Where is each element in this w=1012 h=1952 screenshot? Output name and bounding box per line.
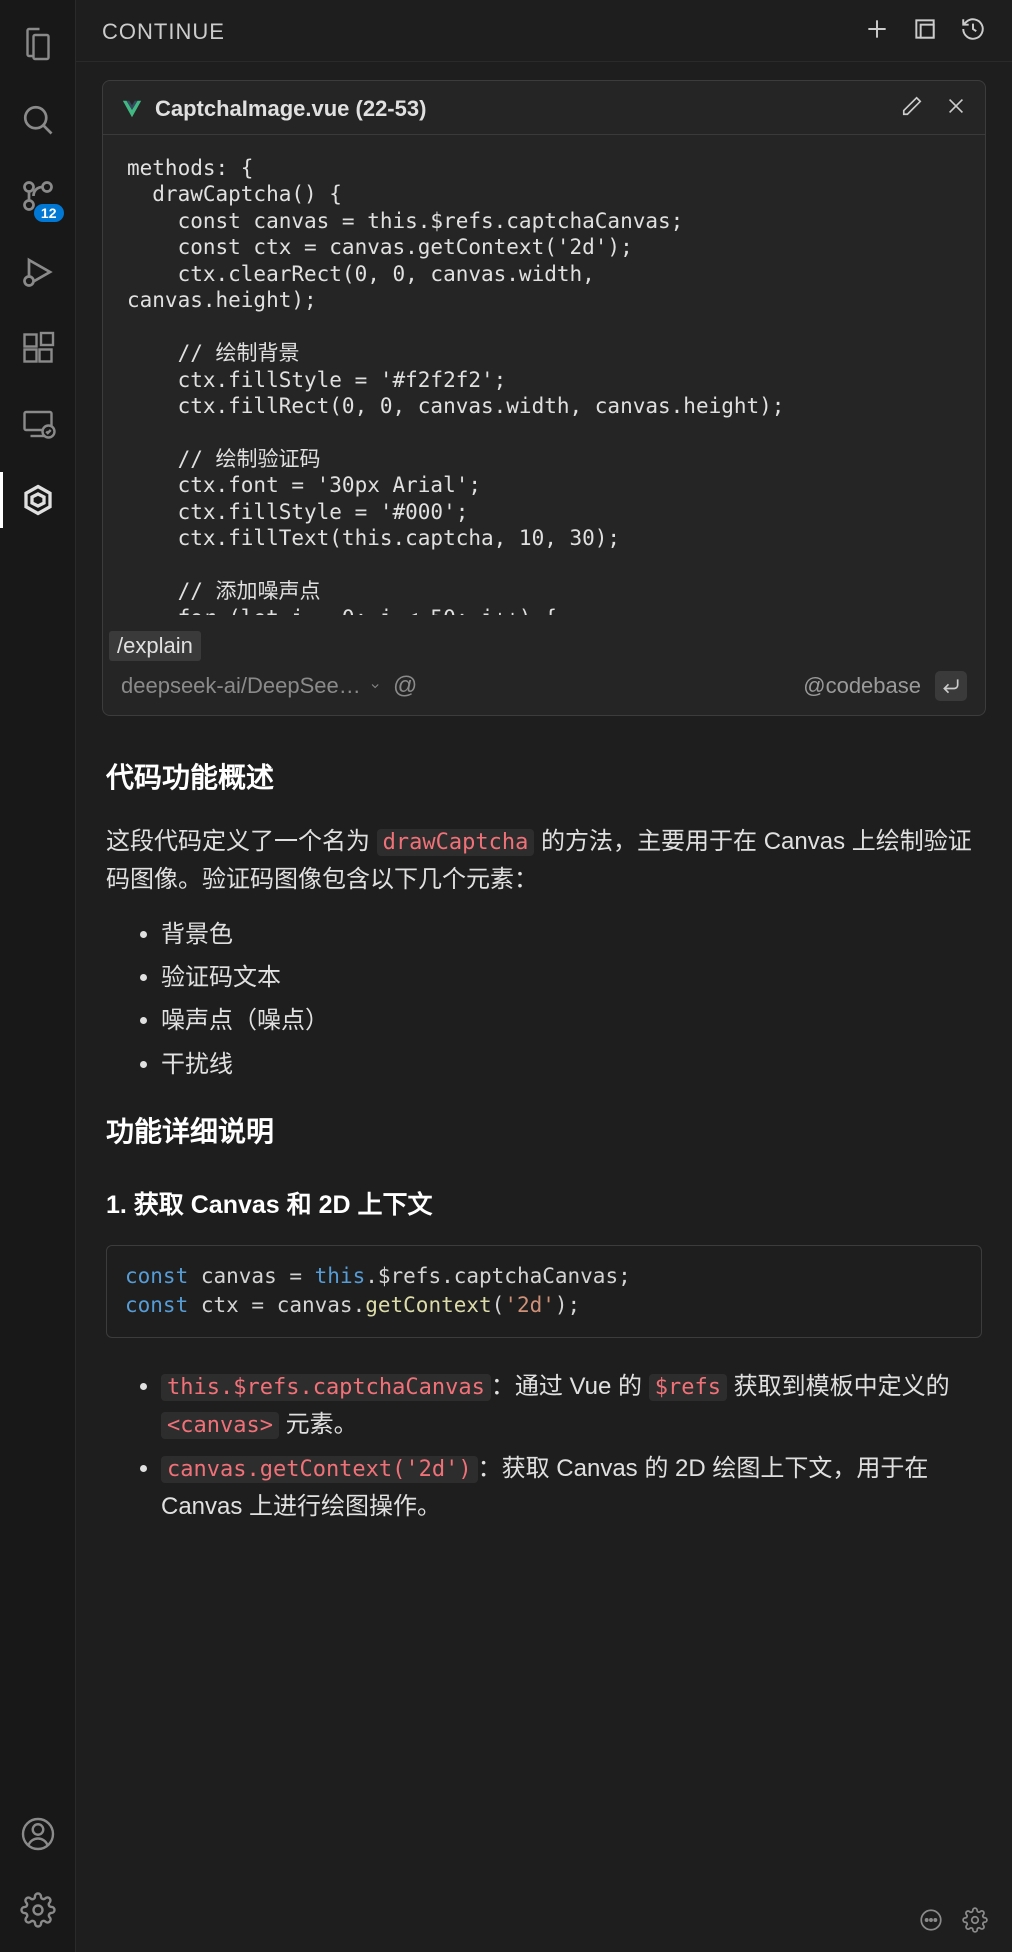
code-header: CaptchaImage.vue (22-53) [103,81,985,135]
continue-extension-icon[interactable] [10,472,66,528]
paragraph: 这段代码定义了一个名为 drawCaptcha 的方法，主要用于在 Canvas… [106,823,982,900]
vue-icon [121,98,143,120]
section-heading: 代码功能概述 [106,756,982,801]
explain-list: this.$refs.captchaCanvas：通过 Vue 的 $refs … [106,1368,982,1527]
close-icon[interactable] [945,95,967,122]
history-icon[interactable] [960,16,986,47]
input-row: deepseek-ai/DeepSee… @ @codebase [103,661,985,715]
panel-footer [76,1893,1012,1952]
settings-icon[interactable] [962,1907,988,1938]
list-item: 背景色 [161,916,982,954]
extensions-icon[interactable] [10,320,66,376]
chevron-down-icon [369,678,381,694]
list-item: 干扰线 [161,1046,982,1084]
feature-list: 背景色 验证码文本 噪声点（噪点） 干扰线 [106,916,982,1085]
debug-icon[interactable] [10,244,66,300]
section-heading: 功能详细说明 [106,1110,982,1155]
continue-panel: CONTINUE CaptchaImage.vue (22-53) [76,0,1012,1952]
file-name: CaptchaImage.vue (22-53) [155,96,426,122]
panel-title: CONTINUE [102,19,225,45]
list-item: 噪声点（噪点） [161,1002,982,1040]
explorer-icon[interactable] [10,16,66,72]
maximize-icon[interactable] [912,16,938,47]
search-icon[interactable] [10,92,66,148]
at-context-icon[interactable]: @ [393,672,417,700]
more-icon[interactable] [918,1907,944,1938]
edit-icon[interactable] [901,95,923,122]
list-item: 验证码文本 [161,959,982,997]
code-snippet: methods: { drawCaptcha() { const canvas … [103,135,985,615]
new-chat-icon[interactable] [864,16,890,47]
remote-icon[interactable] [10,396,66,452]
panel-header: CONTINUE [76,0,1012,62]
slash-command[interactable]: /explain [109,631,201,661]
context-card: CaptchaImage.vue (22-53) methods: { draw… [102,80,986,716]
activity-bar: 12 [0,0,76,1952]
settings-gear-icon[interactable] [10,1882,66,1938]
subsection-heading: 1. 获取 Canvas 和 2D 上下文 [106,1185,982,1225]
codebase-context[interactable]: @codebase [803,673,921,699]
account-icon[interactable] [10,1806,66,1862]
code-block: const canvas = this.$refs.captchaCanvas;… [106,1245,982,1338]
list-item: canvas.getContext('2d')：获取 Canvas 的 2D 绘… [161,1450,982,1527]
assistant-response: 代码功能概述 这段代码定义了一个名为 drawCaptcha 的方法，主要用于在… [102,716,986,1526]
model-selector[interactable]: deepseek-ai/DeepSee… [121,673,381,699]
source-control-badge: 12 [34,204,64,222]
source-control-icon[interactable]: 12 [10,168,66,224]
submit-button[interactable] [935,671,967,701]
list-item: this.$refs.captchaCanvas：通过 Vue 的 $refs … [161,1368,982,1445]
